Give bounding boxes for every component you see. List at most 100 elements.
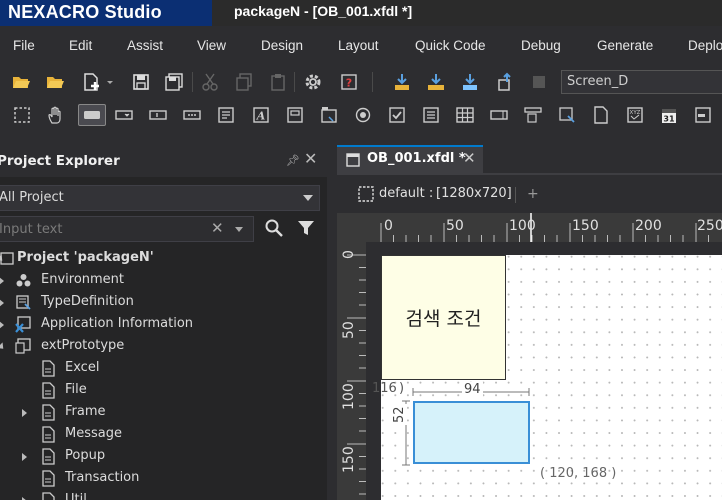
search-icon[interactable] (264, 218, 284, 242)
tree-item-environment[interactable]: Environment (0, 269, 327, 291)
static-component-text: 검색 조건 (405, 308, 482, 330)
grid-component-icon[interactable] (454, 104, 476, 126)
combo-component-icon[interactable] (113, 104, 135, 126)
save-all-icon[interactable] (163, 71, 185, 93)
tree-item-application-information[interactable]: Application Information (0, 313, 327, 335)
tree-item-extprototype[interactable]: extPrototype (0, 335, 327, 357)
selected-component[interactable] (413, 401, 530, 464)
menu-edit[interactable]: Edit (69, 26, 92, 66)
title-bar: NEXACRO Studio packageN - [OB_001.xfdl *… (0, 0, 722, 26)
cut-icon[interactable] (199, 71, 221, 93)
ruler-label: 250 (697, 218, 722, 234)
menu-view[interactable]: View (197, 26, 226, 66)
expand-arrow-icon[interactable] (0, 277, 4, 285)
stop-icon[interactable] (528, 71, 550, 93)
deploy-icon[interactable] (494, 71, 516, 93)
file-icon (42, 448, 55, 465)
typedefinition-icon (16, 295, 31, 310)
build-icon[interactable] (459, 71, 481, 93)
pin-icon[interactable]: 📌︎ (286, 154, 300, 167)
tab-ob-001[interactable]: OB_001.xfdl * ✕ (337, 145, 483, 173)
static-component-icon[interactable]: A (250, 104, 272, 126)
tab-component-icon[interactable] (318, 104, 340, 126)
collapse-arrow-icon[interactable] (0, 342, 7, 352)
ruler-label: 50 (341, 321, 357, 339)
calendar-component-icon[interactable]: 31 (658, 104, 680, 126)
environment-icon (16, 274, 31, 287)
menu-layout[interactable]: Layout (338, 26, 379, 66)
open-project-icon[interactable] (44, 71, 66, 93)
menu-generate[interactable]: Generate (597, 26, 653, 66)
search-input[interactable] (0, 217, 199, 241)
textarea-component-icon[interactable] (215, 104, 237, 126)
menu-assist[interactable]: Assist (127, 26, 163, 66)
spin-component-icon[interactable] (488, 104, 510, 126)
tree-item-frame[interactable]: Frame (0, 401, 327, 423)
tree-item-typedefinition[interactable]: TypeDefinition (0, 291, 327, 313)
expand-arrow-icon[interactable] (22, 409, 27, 417)
project-icon (0, 252, 14, 265)
menu-design[interactable]: Design (261, 26, 303, 66)
generate-all-icon[interactable] (425, 71, 447, 93)
screen-icon[interactable] (357, 185, 375, 203)
project-filter-select[interactable]: All Project (0, 185, 320, 211)
generate-icon[interactable] (391, 71, 413, 93)
paste-icon[interactable] (267, 71, 289, 93)
screen-resolution[interactable]: [1280x720] (436, 175, 512, 213)
tree-item-label: Message (65, 426, 122, 441)
screen-selector[interactable]: Screen_D (561, 70, 722, 94)
imageviewer-component-icon[interactable] (590, 104, 612, 126)
toolbar-separator (192, 72, 193, 92)
panel-splitter[interactable] (327, 145, 337, 500)
save-icon[interactable] (130, 71, 152, 93)
expand-arrow-icon[interactable] (0, 321, 4, 329)
add-screen-button[interactable]: + (527, 175, 539, 213)
help-icon[interactable]: ? (338, 71, 360, 93)
maskedit-component-icon[interactable] (181, 104, 203, 126)
clear-icon[interactable]: ✕ (211, 219, 224, 237)
progressbar-component-icon[interactable] (692, 104, 714, 126)
checkbox-component-icon[interactable] (386, 104, 408, 126)
expand-arrow-icon[interactable] (22, 453, 27, 461)
tree-item-message[interactable]: Message (0, 423, 327, 445)
hand-tool-icon[interactable] (45, 104, 67, 126)
search-history-dropdown-icon[interactable] (235, 227, 243, 232)
file-icon (42, 426, 55, 443)
menu-component-icon[interactable] (522, 104, 544, 126)
ruler-label: 100 (341, 383, 357, 410)
tree-item-file[interactable]: File (0, 379, 327, 401)
listbox-component-icon[interactable] (420, 104, 442, 126)
close-icon[interactable]: ✕ (304, 149, 317, 168)
new-file-dropdown-icon[interactable] (104, 71, 116, 93)
button-component-icon[interactable] (78, 104, 106, 126)
tree-item-excel[interactable]: Excel (0, 357, 327, 379)
edit-component-icon[interactable] (147, 104, 169, 126)
folder-icon (15, 338, 31, 354)
ruler-label: 100 (509, 218, 536, 234)
tree-item-transaction[interactable]: Transaction (0, 467, 327, 489)
new-file-icon[interactable] (80, 71, 102, 93)
dimension-paren: ) (399, 381, 405, 396)
filter-icon[interactable] (297, 219, 315, 241)
radio-component-icon[interactable] (352, 104, 374, 126)
popupmenu-component-icon[interactable] (556, 104, 578, 126)
select-tool-icon[interactable] (11, 104, 33, 126)
form-file-icon (346, 153, 360, 167)
open-folder-icon[interactable] (10, 71, 32, 93)
calendar-xyz-component-icon[interactable]: XYZ (624, 104, 646, 126)
tree-item-project[interactable]: Project 'packageN' (0, 247, 327, 269)
copy-icon[interactable] (233, 71, 255, 93)
gear-icon[interactable] (302, 71, 324, 93)
menu-quick-code[interactable]: Quick Code (415, 26, 486, 66)
toolbar-separator (294, 72, 295, 92)
menu-deploy[interactable]: Deploy (688, 26, 722, 66)
tree-item-util[interactable]: Util (0, 489, 327, 500)
div-component-icon[interactable] (284, 104, 306, 126)
close-tab-icon[interactable]: ✕ (463, 149, 476, 167)
expand-arrow-icon[interactable] (0, 299, 4, 307)
screen-name[interactable]: default : (379, 175, 433, 213)
tree-item-popup[interactable]: Popup (0, 445, 327, 467)
menu-debug[interactable]: Debug (521, 26, 561, 66)
menu-file[interactable]: File (13, 26, 35, 66)
static-component[interactable]: 검색 조건 (381, 255, 506, 380)
